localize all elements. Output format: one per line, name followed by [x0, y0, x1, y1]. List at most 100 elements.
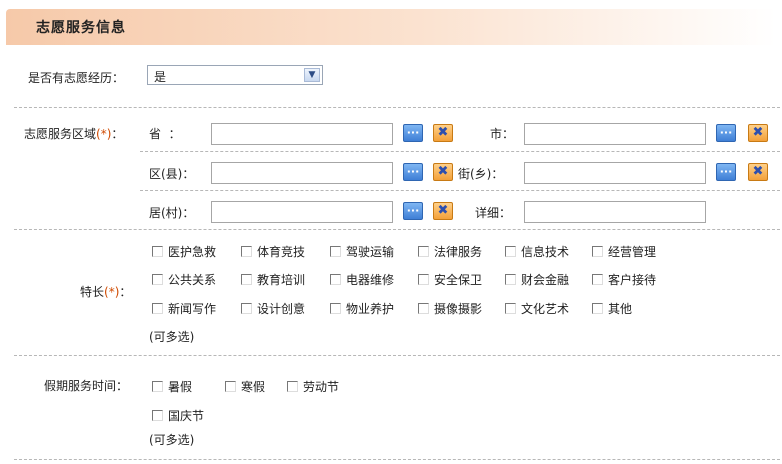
section-header: 志愿服务信息 [6, 9, 776, 45]
clear-icon[interactable]: ✖ [748, 124, 768, 142]
skill-checkbox[interactable]: 摄像摄影 [418, 300, 482, 317]
skill-checkbox[interactable]: 物业养护 [330, 300, 394, 317]
more-icon[interactable]: ··· [716, 163, 736, 181]
checkbox-box[interactable] [330, 274, 341, 285]
divider [14, 229, 780, 230]
checkbox-box[interactable] [152, 381, 163, 392]
skill-checkbox[interactable]: 财会金融 [505, 271, 569, 288]
checkbox-box[interactable] [418, 303, 429, 314]
checkbox-box[interactable] [330, 246, 341, 257]
skill-option-label: 教育培训 [257, 273, 306, 287]
checkbox-box[interactable] [241, 246, 252, 257]
skill-checkbox[interactable]: 其他 [592, 300, 632, 317]
holiday-checkbox[interactable]: 暑假 [152, 378, 192, 395]
checkbox-box[interactable] [418, 274, 429, 285]
clear-icon[interactable]: ✖ [748, 163, 768, 181]
checkbox-box[interactable] [152, 410, 163, 421]
more-icon[interactable]: ··· [403, 124, 423, 142]
divider [14, 459, 780, 460]
skill-checkbox[interactable]: 公共关系 [152, 271, 216, 288]
skill-checkbox[interactable]: 电器维修 [330, 271, 394, 288]
skill-option-label: 信息技术 [521, 245, 570, 259]
skill-option-label: 法律服务 [434, 245, 483, 259]
skill-checkbox[interactable]: 新闻写作 [152, 300, 216, 317]
skill-option-label: 医护急救 [168, 245, 217, 259]
skill-option-label: 财会金融 [521, 273, 570, 287]
district-label: 区(县)： [149, 167, 195, 181]
holiday-checkbox[interactable]: 劳动节 [287, 378, 339, 395]
divider [140, 151, 780, 152]
skill-checkbox[interactable]: 客户接待 [592, 271, 656, 288]
skill-checkbox[interactable]: 信息技术 [505, 243, 569, 260]
skill-option-label: 新闻写作 [168, 302, 217, 316]
skill-checkbox[interactable]: 文化艺术 [505, 300, 569, 317]
holiday-option-label: 寒假 [241, 380, 266, 394]
clear-icon[interactable]: ✖ [433, 163, 453, 181]
skill-checkbox[interactable]: 体育竞技 [241, 243, 305, 260]
holiday-option-label: 暑假 [168, 380, 193, 394]
required-mark: (*) [104, 285, 120, 299]
skill-option-label: 文化艺术 [521, 302, 570, 316]
village-label: 居(村)： [149, 206, 195, 220]
checkbox-box[interactable] [152, 274, 163, 285]
checkbox-box[interactable] [418, 246, 429, 257]
experience-label: 是否有志愿经历： [28, 71, 125, 85]
city-label: 市： [490, 127, 515, 141]
divider [14, 355, 780, 356]
checkbox-box[interactable] [241, 303, 252, 314]
divider [140, 190, 780, 191]
skill-option-label: 公共关系 [168, 273, 217, 287]
checkbox-box[interactable] [505, 303, 516, 314]
checkbox-box[interactable] [241, 274, 252, 285]
detail-label: 详细： [475, 206, 512, 220]
checkbox-box[interactable] [152, 246, 163, 257]
skill-option-label: 电器维修 [346, 273, 395, 287]
skill-option-label: 其他 [608, 302, 633, 316]
skill-option-label: 设计创意 [257, 302, 306, 316]
checkbox-box[interactable] [152, 303, 163, 314]
holiday-label: 假期服务时间： [44, 379, 129, 393]
checkbox-box[interactable] [592, 274, 603, 285]
skill-option-label: 物业养护 [346, 302, 395, 316]
checkbox-box[interactable] [505, 246, 516, 257]
skills-label: 特长(*)： [80, 283, 131, 300]
section-title: 志愿服务信息 [36, 20, 126, 36]
skill-checkbox[interactable]: 教育培训 [241, 271, 305, 288]
skill-option-label: 摄像摄影 [434, 302, 483, 316]
clear-icon[interactable]: ✖ [433, 202, 453, 220]
skill-checkbox[interactable]: 安全保卫 [418, 271, 482, 288]
clear-icon[interactable]: ✖ [433, 124, 453, 142]
skill-checkbox[interactable]: 设计创意 [241, 300, 305, 317]
checkbox-box[interactable] [287, 381, 298, 392]
holiday-checkbox[interactable]: 国庆节 [152, 407, 204, 424]
skill-checkbox[interactable]: 医护急救 [152, 243, 216, 260]
holiday-note: (可多选) [149, 433, 195, 447]
province-input[interactable] [211, 123, 393, 145]
checkbox-box[interactable] [225, 381, 236, 392]
region-label-text: 志愿服务区域 [24, 127, 97, 141]
street-input[interactable] [524, 162, 706, 184]
skill-checkbox[interactable]: 驾驶运输 [330, 243, 394, 260]
checkbox-box[interactable] [330, 303, 341, 314]
skills-label-text: 特长 [80, 285, 105, 299]
skill-checkbox[interactable]: 经营管理 [592, 243, 656, 260]
district-input[interactable] [211, 162, 393, 184]
more-icon[interactable]: ··· [403, 163, 423, 181]
street-label: 街(乡)： [458, 167, 504, 181]
village-input[interactable] [211, 201, 393, 223]
city-input[interactable] [524, 123, 706, 145]
holiday-checkbox[interactable]: 寒假 [225, 378, 265, 395]
more-icon[interactable]: ··· [403, 202, 423, 220]
chevron-down-icon[interactable]: ▼ [304, 68, 320, 82]
checkbox-box[interactable] [505, 274, 516, 285]
checkbox-box[interactable] [592, 303, 603, 314]
region-label-colon: ： [111, 127, 124, 141]
skill-checkbox[interactable]: 法律服务 [418, 243, 482, 260]
detail-address-input[interactable] [524, 201, 706, 223]
province-label: 省 ： [149, 127, 181, 141]
skill-option-label: 经营管理 [608, 245, 657, 259]
checkbox-box[interactable] [592, 246, 603, 257]
experience-selected-value: 是 [154, 70, 167, 84]
more-icon[interactable]: ··· [716, 124, 736, 142]
experience-select[interactable]: 是 ▼ [147, 65, 323, 85]
